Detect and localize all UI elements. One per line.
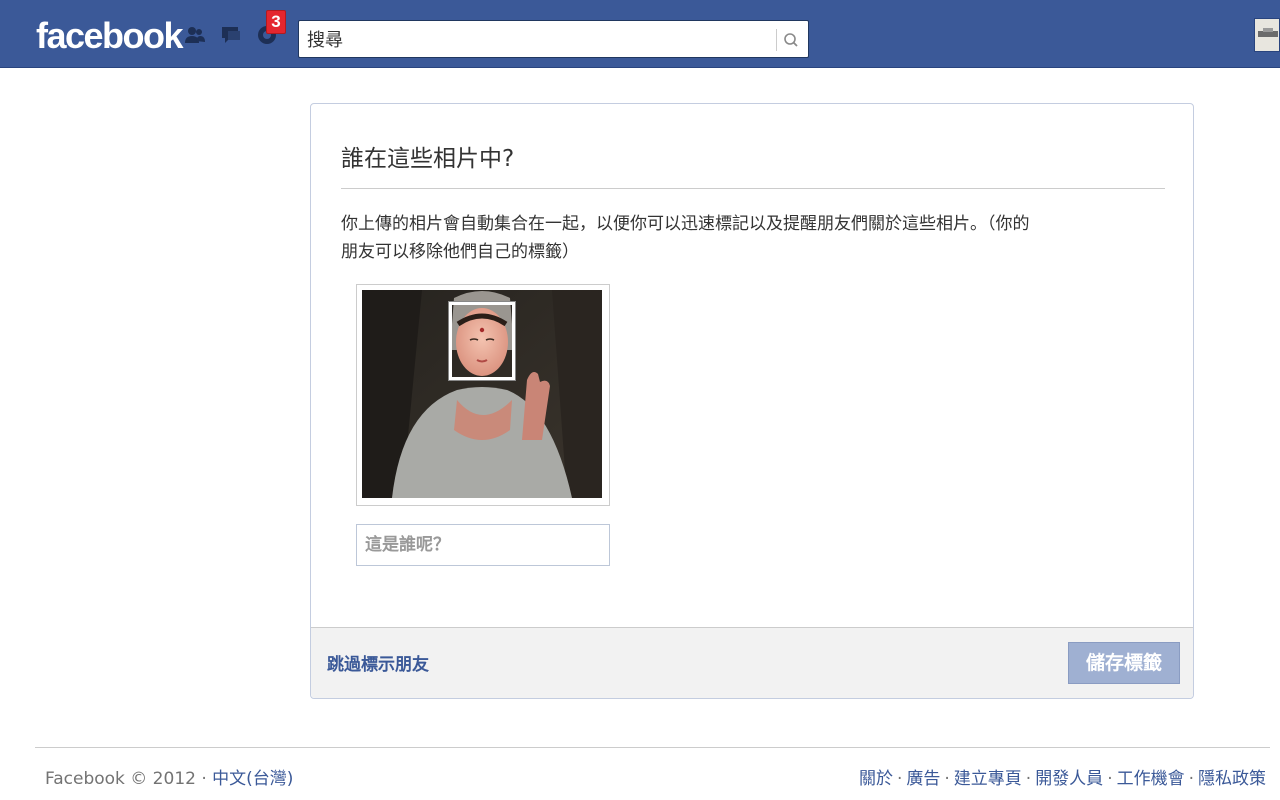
save-tags-button[interactable]: 儲存標籤 bbox=[1068, 642, 1180, 684]
footer-link-privacy[interactable]: 隱私政策 bbox=[1198, 769, 1266, 789]
tagged-photo[interactable] bbox=[362, 290, 602, 498]
search-input[interactable] bbox=[307, 27, 767, 51]
dialog-footer: 跳過標示朋友 儲存標籤 bbox=[311, 627, 1193, 698]
description-line-2: 朋友可以移除他們自己的標籤） bbox=[341, 242, 579, 262]
footer-separator: · bbox=[195, 769, 213, 789]
search-icon bbox=[784, 33, 798, 47]
footer-link-advertising[interactable]: 廣告 bbox=[906, 769, 940, 789]
search-button[interactable] bbox=[779, 29, 803, 51]
footer-copyright-area: Facebook © 2012 · 中文(台灣) bbox=[45, 766, 293, 792]
language-link[interactable]: 中文(台灣) bbox=[212, 769, 293, 789]
photo-frame bbox=[356, 284, 610, 506]
dialog-description: 你上傳的相片會自動集合在一起，以便你可以迅速標記以及提醒朋友們關於這些相片。（你… bbox=[341, 210, 1171, 266]
description-line-1: 你上傳的相片會自動集合在一起，以便你可以迅速標記以及提醒朋友們關於這些相片。（你… bbox=[341, 214, 1030, 234]
tag-name-input[interactable] bbox=[356, 524, 610, 566]
face-tag-box[interactable] bbox=[449, 302, 515, 380]
footer-link-developers[interactable]: 開發人員 bbox=[1035, 769, 1103, 789]
skip-tagging-link[interactable]: 跳過標示朋友 bbox=[327, 653, 429, 677]
copyright-text: Facebook © 2012 bbox=[45, 769, 196, 789]
footer-link-about[interactable]: 關於 bbox=[859, 769, 893, 789]
search-box bbox=[298, 20, 809, 58]
title-divider bbox=[341, 188, 1165, 189]
search-divider bbox=[776, 29, 777, 51]
footer-link-careers[interactable]: 工作機會 bbox=[1117, 769, 1185, 789]
footer-link-create-page[interactable]: 建立專頁 bbox=[954, 769, 1022, 789]
profile-avatar[interactable] bbox=[1254, 18, 1280, 52]
friend-requests-icon[interactable] bbox=[184, 24, 206, 46]
facebook-logo[interactable]: facebook bbox=[36, 16, 184, 56]
footer-links: 關於 · 廣告 · 建立專頁 · 開發人員 · 工作機會 · 隱私政策 bbox=[858, 769, 1266, 789]
footer-divider bbox=[35, 747, 1270, 748]
top-navigation-bar: facebook 3 bbox=[0, 0, 1280, 68]
notification-count-badge[interactable]: 3 bbox=[266, 10, 286, 34]
photo-tagging-dialog: 誰在這些相片中? 你上傳的相片會自動集合在一起，以便你可以迅速標記以及提醒朋友們… bbox=[310, 103, 1194, 699]
dialog-title: 誰在這些相片中? bbox=[341, 146, 515, 172]
messages-icon[interactable] bbox=[220, 24, 242, 46]
